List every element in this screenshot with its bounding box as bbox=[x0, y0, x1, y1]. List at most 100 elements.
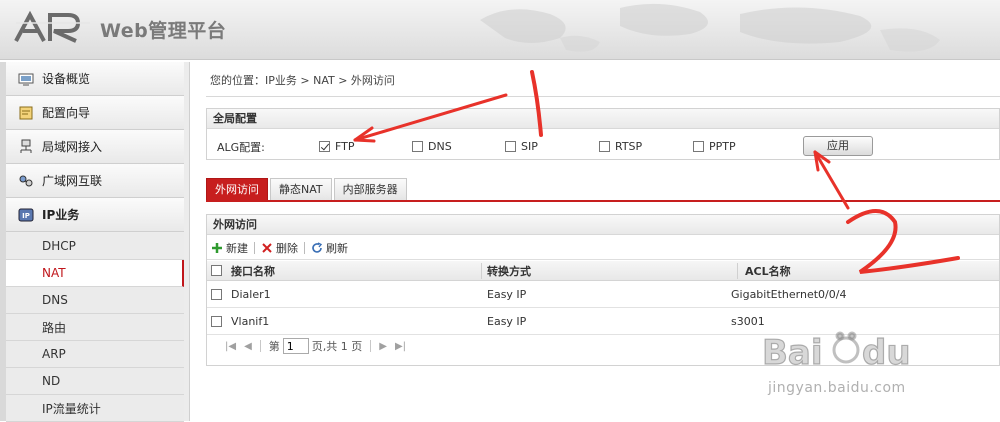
breadcrumb: 您的位置：IP业务 > NAT > 外网访问 bbox=[210, 74, 395, 87]
tab-underline bbox=[206, 200, 1000, 202]
cell-acl: s3001 bbox=[731, 315, 765, 328]
sidebar-item-wan[interactable]: 广域网互联 bbox=[6, 164, 184, 198]
delete-button[interactable]: 删除 bbox=[261, 240, 298, 256]
alg-rtsp-checkbox[interactable]: RTSP bbox=[599, 140, 642, 153]
row-checkbox[interactable] bbox=[211, 282, 222, 307]
sidebar: 设备概览 配置向导 局域网接入 广域网互联 IP IP业务 DHCP NAT D… bbox=[0, 62, 190, 422]
world-map-decoration bbox=[480, 3, 940, 52]
sidebar-subitem-nat[interactable]: NAT bbox=[6, 260, 184, 287]
sidebar-item-label: IP业务 bbox=[42, 208, 80, 222]
last-page-icon[interactable]: ▶| bbox=[395, 341, 406, 352]
checkbox-icon[interactable] bbox=[211, 289, 222, 300]
sidebar-subitem-arp[interactable]: ARP bbox=[6, 341, 184, 368]
checkbox-icon[interactable] bbox=[599, 141, 610, 152]
delete-x-icon bbox=[262, 242, 272, 253]
column-header-acl[interactable]: ACL名称 bbox=[745, 261, 791, 280]
refresh-button[interactable]: 刷新 bbox=[311, 240, 348, 256]
new-label: 新建 bbox=[226, 241, 248, 255]
sidebar-subitem-dns[interactable]: DNS bbox=[6, 287, 184, 314]
breadcrumb-divider bbox=[206, 96, 1000, 97]
alg-config-label: ALG配置: bbox=[217, 141, 265, 154]
sidebar-subitem-route[interactable]: 路由 bbox=[6, 314, 184, 341]
checkbox-label: RTSP bbox=[615, 140, 643, 153]
checkbox-label: DNS bbox=[428, 140, 452, 153]
ip-service-icon: IP bbox=[18, 208, 34, 221]
row-checkbox[interactable] bbox=[211, 309, 222, 334]
wan-icon bbox=[19, 175, 33, 186]
sidebar-subitem-dhcp[interactable]: DHCP bbox=[6, 233, 184, 260]
cell-mode: Easy IP bbox=[487, 315, 527, 328]
sidebar-item-wizard[interactable]: 配置向导 bbox=[6, 96, 184, 130]
checkbox-checked-icon[interactable] bbox=[319, 141, 330, 152]
sidebar-item-device-overview[interactable]: 设备概览 bbox=[6, 62, 184, 96]
svg-text:IP: IP bbox=[22, 212, 30, 220]
refresh-icon bbox=[312, 241, 323, 253]
alg-ftp-checkbox[interactable]: FTP bbox=[319, 140, 355, 153]
sidebar-item-ip-service[interactable]: IP IP业务 bbox=[6, 198, 184, 232]
global-config-panel: 全局配置 ALG配置: FTP DNS SIP RTSP PPTP 应用 bbox=[206, 108, 1000, 160]
checkbox-icon[interactable] bbox=[211, 265, 222, 276]
table-row[interactable]: Dialer1 Easy IP GigabitEthernet0/0/4 bbox=[207, 282, 999, 308]
cell-interface: Vlanif1 bbox=[231, 315, 270, 328]
alg-dns-checkbox[interactable]: DNS bbox=[412, 140, 452, 153]
sidebar-subitem-ip-traffic[interactable]: IP流量统计 bbox=[6, 395, 184, 422]
global-config-title: 全局配置 bbox=[207, 109, 999, 129]
column-header-mode[interactable]: 转换方式 bbox=[487, 261, 531, 280]
table-row[interactable]: Vlanif1 Easy IP s3001 bbox=[207, 309, 999, 335]
checkbox-label: PPTP bbox=[709, 140, 736, 153]
alg-sip-checkbox[interactable]: SIP bbox=[505, 140, 538, 153]
toolbar-divider bbox=[254, 241, 255, 254]
pager-divider bbox=[370, 340, 372, 352]
sidebar-item-lan[interactable]: 局域网接入 bbox=[6, 130, 184, 164]
watermark-domain: jingyan.baidu.com bbox=[768, 380, 906, 396]
page-number-input[interactable] bbox=[282, 338, 309, 354]
alg-pptp-checkbox[interactable]: PPTP bbox=[693, 140, 736, 153]
checkbox-label: FTP bbox=[335, 140, 355, 153]
column-header-interface[interactable]: 接口名称 bbox=[231, 261, 275, 280]
tab-static-nat[interactable]: 静态NAT bbox=[270, 178, 332, 200]
tab-internal-server[interactable]: 内部服务器 bbox=[333, 178, 407, 200]
ar-logo bbox=[14, 10, 90, 43]
cell-interface: Dialer1 bbox=[231, 288, 271, 301]
apply-button[interactable]: 应用 bbox=[803, 136, 873, 156]
tab-external-access[interactable]: 外网访问 bbox=[206, 178, 268, 200]
prev-page-icon[interactable]: ◀ bbox=[244, 341, 252, 352]
sidebar-subitem-nd[interactable]: ND bbox=[6, 368, 184, 395]
first-page-icon[interactable]: |◀ bbox=[225, 341, 236, 352]
checkbox-icon[interactable] bbox=[412, 141, 423, 152]
cell-acl: GigabitEthernet0/0/4 bbox=[731, 288, 847, 301]
nat-tabs: 外网访问 静态NAT 内部服务器 bbox=[206, 178, 409, 200]
top-header: Web管理平台 bbox=[0, 0, 1000, 60]
device-overview-icon bbox=[18, 73, 34, 85]
sidebar-item-label: 广域网互联 bbox=[42, 174, 103, 188]
next-page-icon[interactable]: ▶ bbox=[379, 341, 387, 352]
page-prefix: 第 bbox=[268, 340, 280, 353]
new-button[interactable]: 新建 bbox=[211, 240, 248, 256]
brand-title: Web管理平台 bbox=[100, 20, 227, 42]
column-divider bbox=[737, 263, 738, 279]
checkbox-icon[interactable] bbox=[693, 141, 704, 152]
page-suffix: 页,共 1 页 bbox=[311, 340, 363, 353]
table-toolbar: 新建 删除 刷新 bbox=[207, 236, 999, 260]
external-access-panel: 外网访问 新建 删除 刷新 接口名称 转换方式 ACL名称 Dialer1 Ea… bbox=[206, 214, 1000, 366]
sidebar-item-label: 设备概览 bbox=[42, 72, 91, 86]
plus-icon bbox=[212, 242, 222, 253]
pager-divider bbox=[259, 340, 261, 352]
alg-config-row: ALG配置: FTP DNS SIP RTSP PPTP 应用 bbox=[207, 133, 999, 159]
checkbox-label: SIP bbox=[521, 140, 538, 153]
toolbar-divider bbox=[304, 241, 305, 254]
cell-mode: Easy IP bbox=[487, 288, 527, 301]
table-header: 接口名称 转换方式 ACL名称 bbox=[207, 261, 999, 281]
column-divider bbox=[481, 263, 482, 279]
refresh-label: 刷新 bbox=[326, 241, 348, 255]
external-access-title: 外网访问 bbox=[207, 215, 999, 235]
checkbox-icon[interactable] bbox=[505, 141, 516, 152]
checkbox-icon[interactable] bbox=[211, 316, 222, 327]
sidebar-item-label: 配置向导 bbox=[42, 106, 91, 120]
main-content: 您的位置：IP业务 > NAT > 外网访问 全局配置 ALG配置: FTP D… bbox=[190, 62, 1000, 421]
select-all-checkbox[interactable] bbox=[211, 261, 222, 280]
wizard-icon bbox=[19, 106, 33, 119]
delete-label: 删除 bbox=[276, 241, 298, 255]
sidebar-item-label: 局域网接入 bbox=[42, 140, 103, 154]
pagination: |◀ ◀ 第 页,共 1 页 ▶ ▶| bbox=[207, 335, 999, 357]
